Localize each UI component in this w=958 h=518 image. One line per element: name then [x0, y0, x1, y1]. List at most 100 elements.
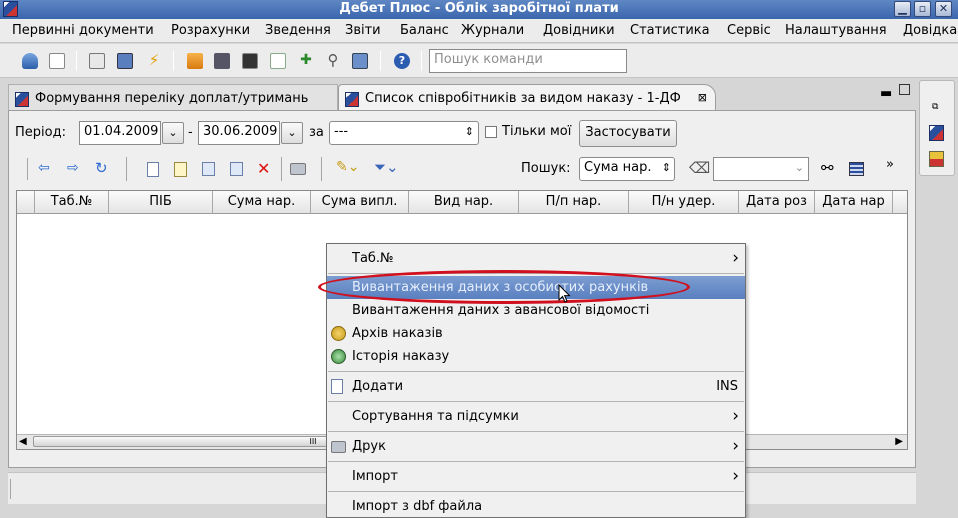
binoculars-icon[interactable]: ⚯ — [821, 159, 834, 177]
marker-icon[interactable]: ✎⌄ — [336, 159, 359, 175]
menu-item-import-dbf[interactable]: Імпорт з dbf файла — [327, 495, 745, 518]
filter-icon[interactable]: ⏷⌄ — [374, 158, 399, 176]
history-icon — [331, 349, 346, 364]
date-from-dropdown[interactable]: ⌄ — [162, 122, 184, 144]
toolbar-separator — [421, 51, 422, 71]
maximize-button[interactable]: ▫ — [914, 1, 931, 17]
calendar-icon[interactable] — [270, 53, 286, 69]
add-user-icon[interactable]: ✚ — [298, 53, 314, 69]
lightning-icon[interactable]: ⚡ — [146, 53, 162, 69]
eraser-icon[interactable]: ⌫ — [689, 159, 710, 177]
menu-summaries[interactable]: Зведення — [265, 23, 331, 38]
column-header-paid-sum[interactable]: Сума випл. — [311, 191, 409, 214]
camera-icon[interactable] — [214, 53, 230, 69]
date-from-input[interactable]: 01.04.2009 — [79, 121, 161, 145]
column-header-pp-accrual[interactable]: П/п нар. — [519, 191, 629, 214]
menu-balance[interactable]: Баланс — [400, 23, 449, 38]
menu-separator — [328, 431, 744, 432]
paste-icon[interactable] — [230, 162, 243, 176]
minimize-button[interactable]: ▁ — [894, 1, 911, 17]
column-header-accrual-date[interactable]: Дата нар — [815, 191, 893, 214]
menu-help[interactable]: Довідка — [903, 23, 957, 38]
menu-item-label: Додати — [352, 379, 404, 394]
copy-icon[interactable] — [202, 162, 215, 176]
menu-item-sorting-totals[interactable]: Сортування та підсумки › — [327, 405, 745, 428]
menu-item-import[interactable]: Імпорт › — [327, 465, 745, 488]
refresh-icon[interactable]: ↻ — [95, 159, 108, 177]
menu-item-export-personal-accounts[interactable]: Вивантаження даних з особистих рахунків — [327, 276, 745, 299]
by-label: за — [309, 125, 324, 140]
order-type-select[interactable]: --- ⇕ — [329, 121, 479, 145]
delete-icon[interactable]: ✕ — [257, 159, 270, 178]
scroll-left-icon[interactable]: ◀ — [19, 436, 27, 447]
menu-item-label: Сортування та підсумки — [352, 409, 519, 424]
tab-employees-by-order[interactable]: Список співробітників за видом наказу - … — [338, 84, 716, 111]
document-tab-icon — [345, 92, 359, 107]
menu-item-label: Вивантаження даних з особистих рахунків — [352, 280, 649, 295]
tab-label: Формування переліку доплат/утримань — [35, 91, 309, 106]
menu-reports[interactable]: Звіти — [345, 23, 381, 38]
toolbar-overflow-icon[interactable]: » — [886, 157, 894, 172]
menu-journals[interactable]: Журнали — [461, 23, 524, 38]
arrow-right-icon[interactable]: ⇨ — [67, 160, 79, 176]
new-doc-star-icon[interactable] — [49, 53, 65, 69]
menu-settings[interactable]: Налаштування — [785, 23, 887, 38]
search-field-value: Сума нар. — [584, 160, 652, 175]
search-field-select[interactable]: Сума нар. ⇕ — [579, 157, 675, 181]
menu-item-sort-tab-no[interactable]: Таб.№ › — [327, 247, 745, 270]
minimize-view-icon[interactable]: ▬ — [880, 86, 892, 101]
command-search-input[interactable]: Пошук команди — [429, 49, 627, 73]
menu-item-print[interactable]: Друк › — [327, 435, 745, 458]
column-header-tab-no[interactable]: Таб.№ — [35, 191, 109, 214]
close-button[interactable]: ✕ — [935, 1, 952, 17]
tab-additions-list[interactable]: Формування переліку доплат/утримань — [8, 84, 338, 111]
scroll-right-icon[interactable]: ▶ — [895, 436, 903, 447]
menu-item-order-history[interactable]: Історія наказу — [327, 345, 745, 368]
menu-calculations[interactable]: Розрахунки — [171, 23, 250, 38]
magnifier-icon[interactable]: ⚲ — [325, 53, 341, 69]
menu-item-export-advance-statement[interactable]: Вивантаження даних з авансової відомості — [327, 299, 745, 322]
menu-statistics[interactable]: Статистика — [630, 23, 710, 38]
menu-item-label: Вивантаження даних з авансової відомості — [352, 303, 650, 318]
monitor-icon[interactable] — [117, 53, 133, 69]
table-view-icon[interactable] — [849, 162, 864, 176]
menu-item-orders-archive[interactable]: Архів наказів — [327, 322, 745, 345]
menu-service[interactable]: Сервіс — [727, 23, 771, 38]
menu-directories[interactable]: Довідники — [543, 23, 615, 38]
column-header-calc-date[interactable]: Дата роз — [739, 191, 815, 214]
tab-close-icon[interactable]: ⊠ — [698, 91, 707, 104]
film-icon[interactable] — [242, 53, 258, 69]
menu-primary-documents[interactable]: Первинні документи — [12, 23, 154, 38]
title-bar: Дебет Плюс - Облік заробітної плати ▁ ▫ … — [0, 0, 958, 19]
toolbar-separator — [321, 157, 322, 181]
arrow-left-icon[interactable]: ⇦ — [38, 160, 50, 176]
apply-button[interactable]: Застосувати — [579, 120, 677, 147]
date-dash: - — [188, 125, 193, 140]
only-mine-checkbox[interactable] — [485, 126, 497, 138]
print-icon[interactable] — [290, 163, 306, 175]
people-view-icon[interactable] — [929, 151, 944, 167]
edit-document-icon[interactable] — [174, 162, 187, 177]
column-header-accrual-type[interactable]: Вид нар. — [409, 191, 519, 214]
column-header-accrued-sum[interactable]: Сума нар. — [213, 191, 311, 214]
orange-box-icon[interactable] — [187, 53, 203, 69]
column-header-pn-deduction[interactable]: П/н удер. — [629, 191, 739, 214]
image-icon[interactable] — [352, 53, 368, 69]
toolbar-separator — [281, 157, 282, 181]
date-to-dropdown[interactable]: ⌄ — [281, 122, 303, 144]
document-tab-icon — [15, 92, 29, 107]
restore-view-icon[interactable]: ⧉ — [932, 102, 938, 112]
status-grip — [10, 479, 11, 499]
calculator-icon[interactable] — [89, 53, 105, 69]
chevron-right-icon: › — [732, 248, 739, 268]
database-icon[interactable] — [22, 53, 38, 69]
new-document-icon[interactable] — [147, 162, 159, 177]
document-view-icon[interactable] — [929, 125, 944, 141]
help-icon[interactable]: ? — [394, 53, 410, 69]
column-header-full-name[interactable]: ПІБ — [109, 191, 213, 214]
menu-item-add[interactable]: Додати INS — [327, 375, 745, 398]
maximize-view-icon[interactable] — [899, 84, 910, 95]
search-value-input[interactable]: ⌄ — [713, 157, 809, 181]
date-to-input[interactable]: 30.06.2009 — [198, 121, 280, 145]
select-arrows-icon: ⇕ — [464, 125, 474, 138]
